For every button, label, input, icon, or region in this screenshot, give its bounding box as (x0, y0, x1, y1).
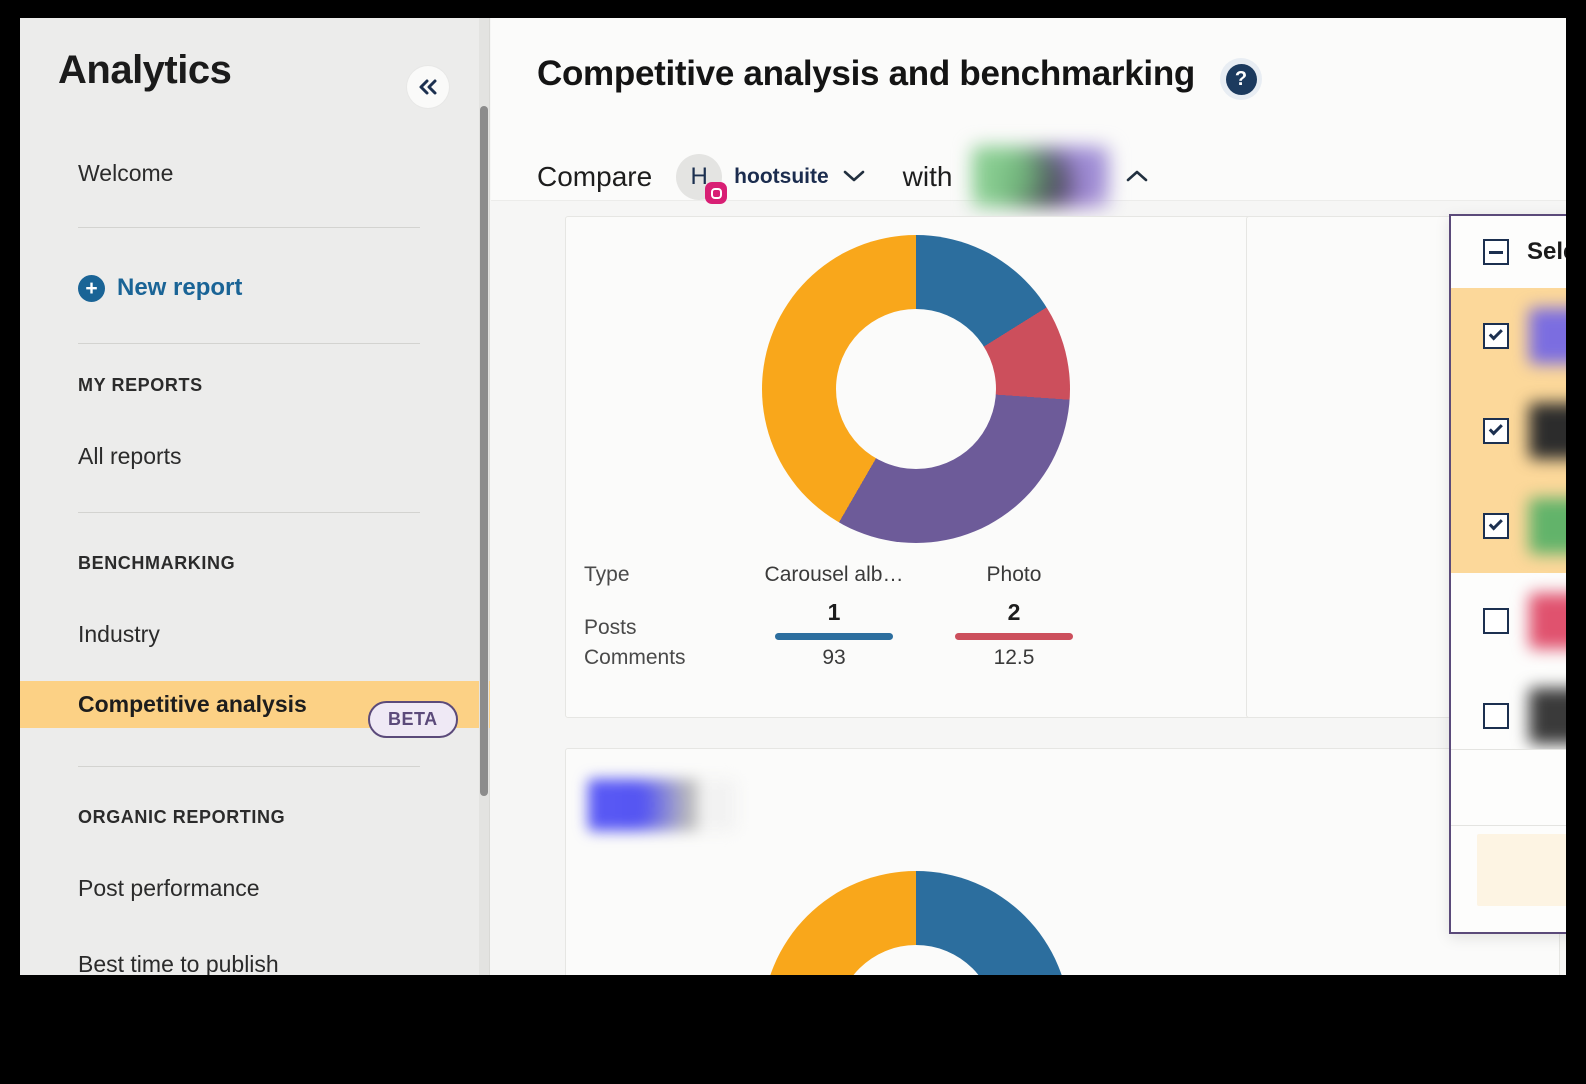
collapse-sidebar-button[interactable] (407, 66, 449, 108)
question-mark-icon: ? (1226, 64, 1257, 95)
column-header: Photo (924, 563, 1104, 587)
account-selector[interactable]: H hootsuite (676, 154, 867, 200)
sidebar-divider-3 (78, 512, 420, 513)
sidebar-divider-4 (78, 766, 420, 767)
new-report-button[interactable]: + New report (78, 274, 242, 302)
row-label: Comments (584, 646, 744, 670)
chevron-up-icon[interactable] (1124, 166, 1150, 188)
competitor-checkbox[interactable] (1483, 323, 1509, 349)
main-panel: Competitive analysis and benchmarking ? … (491, 18, 1566, 975)
report-content: Type Carousel alb… Photo Posts 1 2 (491, 202, 1566, 975)
table-cell: 93 (744, 646, 924, 670)
sidebar-item-label: All reports (78, 443, 182, 469)
competitor-checkbox[interactable] (1483, 703, 1509, 729)
list-item[interactable] (1451, 478, 1566, 573)
sidebar-divider-2 (78, 343, 420, 344)
competitor-dropdown: Select all (1449, 214, 1566, 934)
table-cell: 2 (924, 599, 1104, 640)
sidebar-section-my-reports: MY REPORTS (78, 375, 203, 396)
donut-chart (762, 235, 1070, 543)
select-all-checkbox[interactable] (1483, 239, 1509, 265)
sidebar-item-label: Best time to publish (78, 951, 279, 975)
sidebar-item-welcome[interactable]: Welcome (20, 150, 490, 197)
donut-chart (762, 871, 1070, 975)
manage-competitors-link[interactable]: Manage competitors ⚙ (1451, 749, 1566, 825)
analytics-app: Analytics Welcome + New report MY REPORT… (20, 18, 1566, 975)
sidebar-item-label: Competitive analysis (78, 691, 307, 717)
competitor-card (565, 748, 1560, 975)
plus-circle-icon: + (78, 275, 105, 302)
competitor-checkbox[interactable] (1483, 608, 1509, 634)
select-all-row[interactable]: Select all (1451, 216, 1566, 288)
list-item[interactable] (1451, 668, 1566, 749)
competitor-list (1451, 288, 1566, 749)
table-cell: 1 (744, 599, 924, 640)
compare-toolbar: Compare H hootsuite with (537, 146, 1150, 208)
list-item[interactable] (1451, 288, 1566, 383)
row-label: Posts (584, 616, 744, 640)
chevron-down-icon (841, 166, 867, 188)
sidebar-divider-1 (78, 227, 420, 228)
sidebar-section-organic-reporting: ORGANIC REPORTING (78, 807, 285, 828)
competitor-avatar-name (1529, 498, 1566, 554)
instagram-icon (705, 182, 727, 204)
sidebar-scrollbar[interactable] (479, 18, 489, 975)
bar-indicator (775, 633, 893, 640)
beta-badge: BETA (368, 701, 458, 738)
competitor-avatar-name (1529, 593, 1566, 649)
sidebar-title: Analytics (58, 48, 231, 93)
apply-section: Apply (1451, 825, 1566, 932)
column-header: Carousel alb… (744, 563, 924, 587)
table-row: Posts 1 2 (584, 599, 1104, 640)
page-header: Competitive analysis and benchmarking ? … (491, 18, 1566, 201)
sidebar-item-post-performance[interactable]: Post performance (20, 865, 490, 912)
competitor-avatars[interactable] (972, 146, 1110, 208)
chevron-double-left-icon (417, 77, 439, 97)
sidebar: Analytics Welcome + New report MY REPORT… (20, 18, 490, 975)
sidebar-item-industry[interactable]: Industry (20, 611, 490, 658)
compare-label: Compare (537, 161, 652, 193)
competitor-avatar-name (1529, 688, 1566, 744)
page-title: Competitive analysis and benchmarking (537, 54, 1195, 94)
competitor-checkbox[interactable] (1483, 418, 1509, 444)
row-label: Type (584, 563, 744, 587)
list-item[interactable] (1451, 573, 1566, 668)
sidebar-section-benchmarking: BENCHMARKING (78, 553, 235, 574)
with-label: with (903, 161, 953, 193)
select-all-label: Select all (1527, 238, 1566, 266)
new-report-label: New report (117, 274, 242, 302)
list-item[interactable] (1451, 383, 1566, 478)
sidebar-item-label: Welcome (78, 160, 173, 186)
sidebar-item-best-time-to-publish[interactable]: Best time to publish (20, 941, 490, 975)
sidebar-scrollbar-thumb[interactable] (480, 106, 488, 796)
table-row: Comments 93 12.5 (584, 646, 1104, 670)
table-row: Type Carousel alb… Photo (584, 563, 1104, 587)
competitor-checkbox[interactable] (1483, 513, 1509, 539)
apply-button[interactable]: Apply (1477, 834, 1566, 906)
sidebar-item-label: Post performance (78, 875, 260, 901)
metrics-table: Type Carousel alb… Photo Posts 1 2 (584, 563, 1104, 670)
account-name: hootsuite (734, 165, 829, 189)
competitor-avatar-name (1529, 308, 1566, 364)
sidebar-item-all-reports[interactable]: All reports (20, 433, 490, 480)
competitor-avatar-name (1529, 403, 1566, 459)
competitor-name-blurred (588, 779, 736, 831)
sidebar-item-label: Industry (78, 621, 160, 647)
help-icon[interactable]: ? (1220, 58, 1262, 100)
table-cell: 12.5 (924, 646, 1104, 670)
bar-indicator (955, 633, 1073, 640)
avatar: H (676, 154, 722, 200)
